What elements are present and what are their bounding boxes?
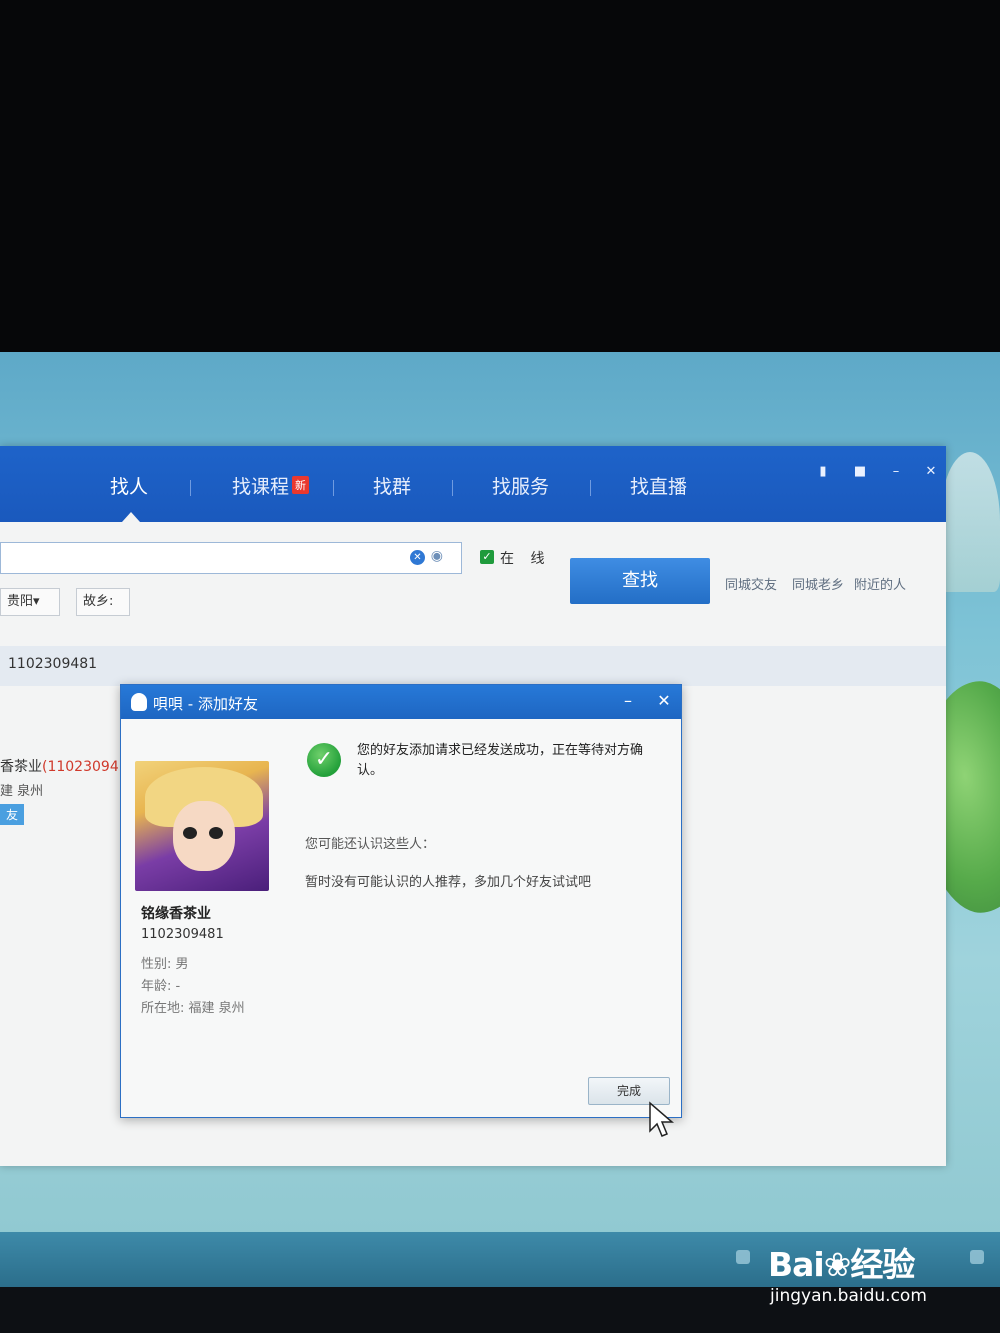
close-icon[interactable]: ✕ — [922, 464, 940, 479]
clear-icon[interactable]: ✕ — [410, 550, 425, 565]
tab-find-group[interactable]: 找群 — [373, 472, 411, 499]
search-button[interactable]: 查找 — [570, 558, 710, 604]
result-header-bar — [0, 646, 946, 686]
city-select[interactable]: 贵阳▾ — [0, 588, 60, 616]
user-location: 所在地: 福建 泉州 — [141, 1001, 245, 1016]
user-gender: 性别: 男 — [141, 957, 189, 972]
add-friend-button[interactable]: 友 — [0, 804, 25, 825]
mouse-cursor-icon — [649, 1101, 675, 1137]
user-name: 铭缘香茶业 — [141, 906, 211, 922]
tray-icon[interactable] — [970, 1250, 984, 1264]
result-location: 建 泉州 — [0, 784, 44, 799]
result-name-text: 香茶业 — [0, 759, 42, 775]
add-friend-dialog: 唄唄 - 添加好友 – ✕ 铭缘香茶业 1102309481 性别: 男 年龄:… — [120, 684, 682, 1118]
online-checkbox[interactable]: ✓ — [480, 550, 494, 564]
avatar-eye — [209, 827, 223, 839]
avatar-eye — [183, 827, 197, 839]
desktop-screen: 找人 找课程新 找群 找服务 找直播 ▮ ■ – ✕ ✕ ◉ ✓ 在 线 查找 … — [0, 352, 1000, 1287]
user-age: 年龄: - — [141, 979, 181, 994]
tab-find-course[interactable]: 找课程新 — [232, 472, 310, 499]
avatar — [135, 761, 269, 891]
tab-find-people[interactable]: 找人 — [110, 472, 148, 499]
search-input[interactable]: ✕ ◉ — [0, 542, 462, 574]
dialog-title-bar: 唄唄 - 添加好友 – ✕ — [121, 685, 681, 719]
qq-penguin-icon — [131, 693, 147, 711]
maybe-know-label: 您可能还认识这些人： — [305, 837, 436, 852]
new-badge: 新 — [292, 476, 310, 494]
link-same-city-hometown[interactable]: 同城老乡 — [792, 574, 844, 593]
close-icon[interactable]: ✕ — [655, 691, 673, 710]
nav-separator — [190, 480, 191, 496]
active-tab-indicator — [122, 512, 140, 522]
wallpaper-leaf-top — [940, 452, 1000, 592]
location-icon[interactable]: ◉ — [431, 548, 443, 564]
find-people-window: 找人 找课程新 找群 找服务 找直播 ▮ ■ – ✕ ✕ ◉ ✓ 在 线 查找 … — [0, 446, 946, 1166]
skin-icon[interactable]: ■ — [851, 464, 869, 479]
tray-icon[interactable] — [736, 1250, 750, 1264]
baidu-jingyan-logo: Bai❀经验 — [768, 1245, 915, 1284]
find-window-header: 找人 找课程新 找群 找服务 找直播 ▮ ■ – ✕ — [0, 446, 946, 522]
nav-separator — [452, 480, 453, 496]
dialog-title: 唄唄 - 添加好友 — [153, 695, 258, 713]
tab-find-service[interactable]: 找服务 — [492, 472, 549, 499]
minimize-icon[interactable]: – — [887, 464, 905, 479]
feedback-icon[interactable]: ▮ — [814, 464, 832, 479]
minimize-icon[interactable]: – — [619, 691, 637, 710]
success-message: 您的好友添加请求已经发送成功，正在等待对方确认。 — [357, 743, 644, 778]
hometown-select[interactable]: 故乡: — [76, 588, 130, 616]
no-recommendation-text: 暂时没有可能认识的人推荐，多加几个好友试试吧 — [305, 875, 592, 890]
tab-find-course-label: 找课程 — [232, 476, 290, 498]
user-id: 1102309481 — [141, 927, 224, 942]
watermark: Bai❀经验 jingyan.baidu.com — [768, 1238, 927, 1306]
success-check-icon: ✓ — [307, 743, 341, 777]
link-same-city-friends[interactable]: 同城交友 — [725, 574, 777, 593]
nav-separator — [333, 480, 334, 496]
result-qq-id: (11023094 — [42, 759, 119, 775]
link-nearby-people[interactable]: 附近的人 — [854, 574, 906, 593]
result-id: 1102309481 — [8, 656, 98, 672]
avatar-face — [173, 801, 235, 871]
watermark-url: jingyan.baidu.com — [770, 1286, 927, 1306]
nav-separator — [590, 480, 591, 496]
tab-find-live[interactable]: 找直播 — [630, 472, 687, 499]
online-label: 在 线 — [500, 551, 551, 567]
result-name[interactable]: 香茶业(11023094 — [0, 756, 119, 776]
